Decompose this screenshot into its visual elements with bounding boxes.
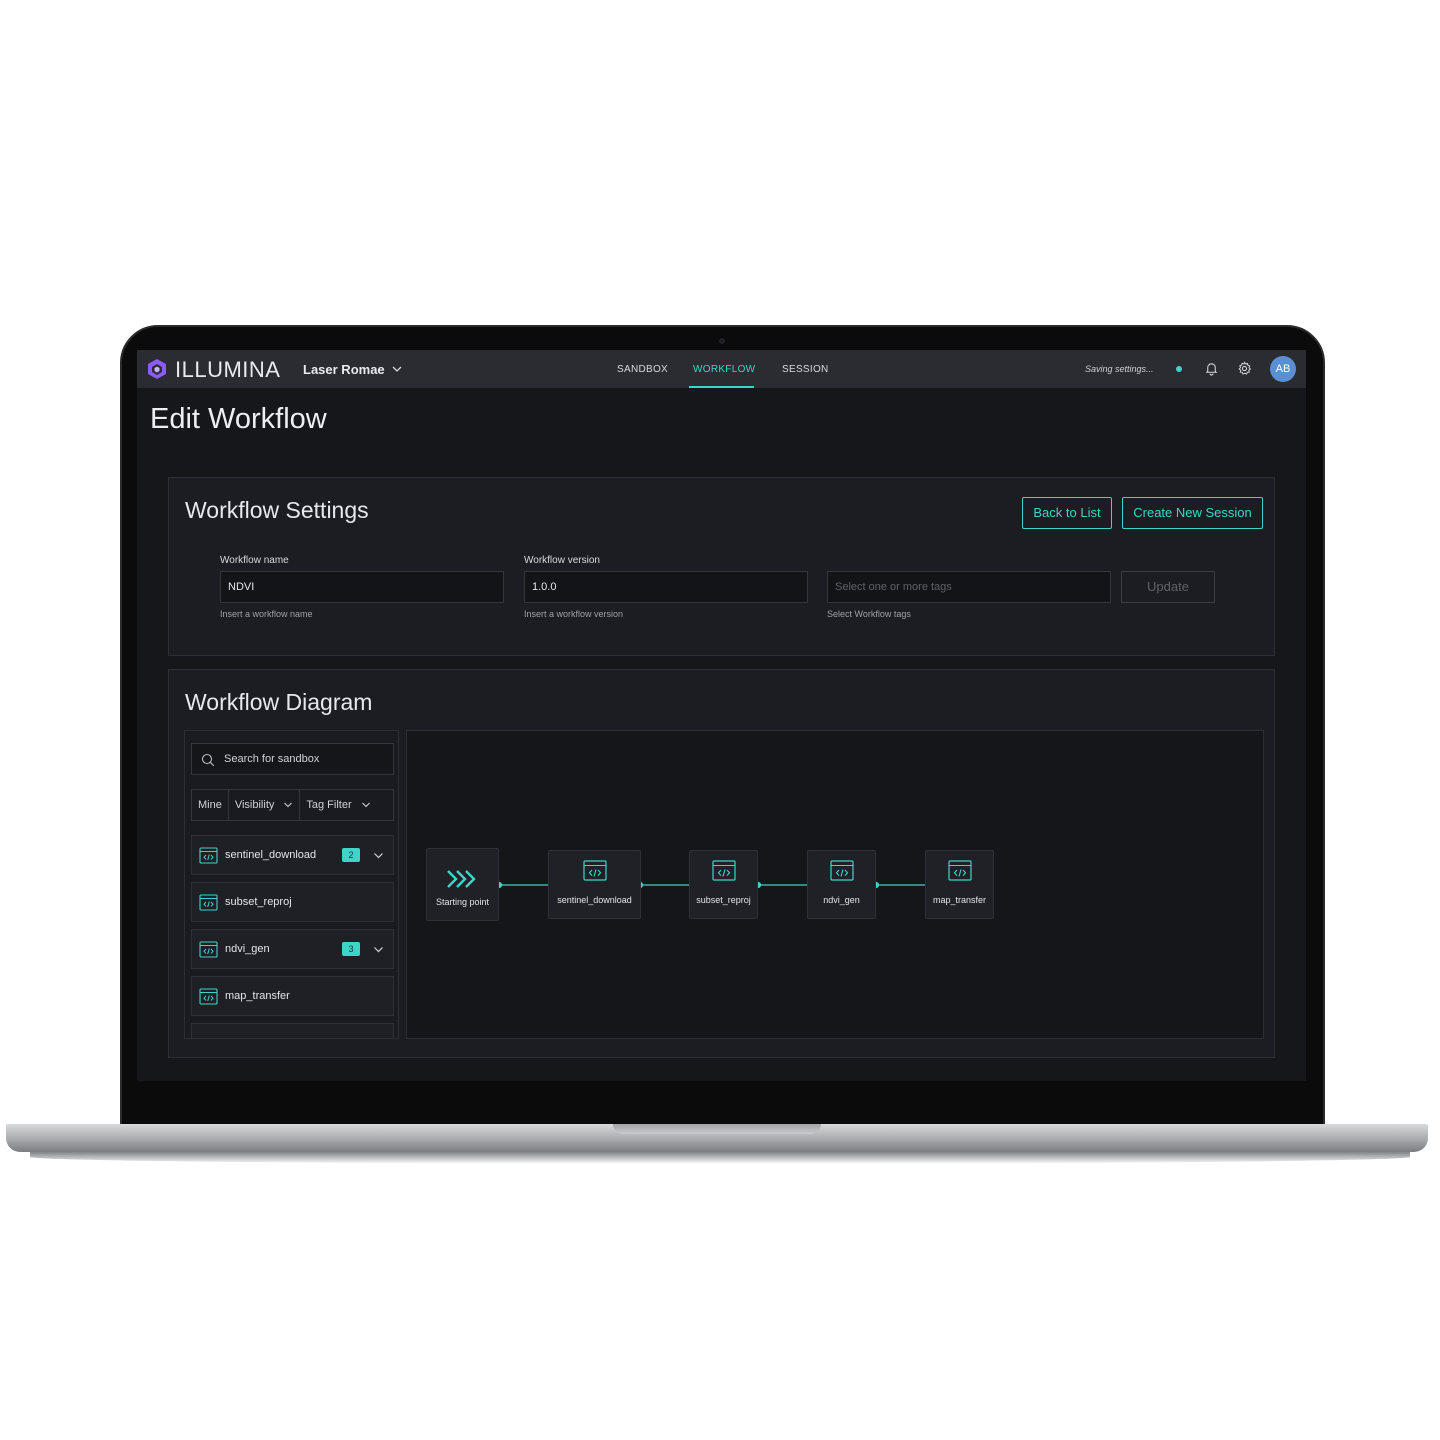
page-title: Edit Workflow	[150, 403, 327, 435]
search-placeholder: Search for sandbox	[224, 753, 320, 765]
laptop-shadow	[30, 1150, 1410, 1164]
code-window-icon	[830, 860, 854, 881]
node-label: map_transfer	[932, 895, 987, 905]
search-input[interactable]: Search for sandbox	[191, 743, 394, 775]
filter-visibility-label: Visibility	[234, 799, 275, 811]
top-navbar: ILLUMINA Laser Romae SANDBOX WORKFLOW SE…	[137, 350, 1306, 388]
sandbox-item-label: subset_reproj	[225, 896, 292, 908]
node-starting-point[interactable]: Starting point	[426, 848, 499, 921]
sandbox-item-map-transfer[interactable]: map_transfer	[191, 976, 394, 1016]
search-icon	[201, 753, 215, 767]
workflow-version-input[interactable]: 1.0.0	[524, 571, 808, 603]
project-selector[interactable]: Laser Romae	[303, 362, 385, 377]
logo-icon[interactable]	[146, 358, 168, 380]
node-subset-reproj[interactable]: subset_reproj	[689, 850, 758, 919]
version-count-badge: 3	[342, 942, 360, 956]
workflow-version-help: Insert a workflow version	[524, 609, 624, 619]
workflow-version-label: Workflow version	[524, 555, 600, 566]
update-button[interactable]: Update	[1121, 571, 1215, 603]
create-new-session-button[interactable]: Create New Session	[1122, 497, 1263, 529]
node-ndvi-gen[interactable]: ndvi_gen	[807, 850, 876, 919]
app-screen: ILLUMINA Laser Romae SANDBOX WORKFLOW SE…	[137, 350, 1306, 1081]
nav-session[interactable]: SESSION	[782, 364, 829, 375]
sandbox-item-ndvi-gen[interactable]: ndvi_gen 3	[191, 929, 394, 969]
nav-sandbox[interactable]: SANDBOX	[617, 364, 668, 375]
settings-title: Workflow Settings	[185, 497, 369, 523]
workflow-name-label: Workflow name	[220, 555, 289, 566]
chevron-down-icon[interactable]	[373, 944, 384, 955]
workflow-name-input[interactable]: NDVI	[220, 571, 504, 603]
node-map-transfer[interactable]: map_transfer	[925, 850, 994, 919]
sandbox-item-label: sentinel_download	[225, 849, 317, 861]
gear-icon[interactable]	[1237, 361, 1252, 376]
code-window-icon	[199, 988, 218, 1005]
code-window-icon	[583, 860, 607, 881]
avatar[interactable]: AB	[1270, 356, 1296, 382]
chevrons-right-icon	[447, 870, 476, 888]
bell-icon[interactable]	[1204, 361, 1219, 376]
filter-bar: Mine Visibility Tag Filter	[191, 789, 394, 821]
node-label: sentinel_download	[557, 895, 632, 905]
filter-tag-label: Tag Filter	[306, 799, 352, 811]
back-to-list-button[interactable]: Back to List	[1022, 497, 1112, 529]
node-label: subset_reproj	[696, 895, 751, 905]
active-tab-indicator	[689, 386, 754, 388]
filter-mine-label: Mine	[198, 799, 222, 811]
filter-visibility[interactable]: Visibility	[229, 790, 301, 820]
diagram-title: Workflow Diagram	[185, 689, 373, 715]
node-label: Starting point	[435, 897, 490, 907]
chevron-down-icon	[284, 802, 293, 808]
sandbox-item-label: ndvi_gen	[225, 943, 270, 955]
code-window-icon	[712, 860, 736, 881]
sandbox-item-partial[interactable]	[191, 1023, 394, 1038]
sandbox-item-label: map_transfer	[225, 990, 290, 1002]
filter-tag[interactable]: Tag Filter	[300, 790, 376, 820]
nav-workflow[interactable]: WORKFLOW	[693, 364, 755, 375]
version-count-badge: 2	[342, 848, 360, 862]
laptop-notch	[613, 1124, 821, 1134]
workflow-name-help: Insert a workflow name	[220, 609, 313, 619]
filter-mine[interactable]: Mine	[192, 790, 229, 820]
chevron-down-icon[interactable]	[391, 363, 403, 375]
code-window-icon	[199, 847, 218, 864]
status-dot	[1176, 366, 1182, 372]
code-window-icon	[199, 894, 218, 911]
webcam	[719, 338, 725, 344]
workflow-canvas[interactable]: Starting point sentinel_download subset_…	[406, 730, 1264, 1039]
node-label: ndvi_gen	[823, 895, 860, 905]
chevron-down-icon[interactable]	[373, 850, 384, 861]
workflow-tags-help: Select Workflow tags	[827, 609, 911, 619]
sandbox-sidebar: Search for sandbox Mine Visibility Tag F…	[184, 730, 399, 1039]
chevron-down-icon	[361, 802, 370, 808]
code-window-icon	[199, 941, 218, 958]
code-window-icon	[948, 860, 972, 881]
save-status-text: Saving settings...	[1085, 364, 1154, 374]
workflow-settings-card: Workflow Settings Back to List Create Ne…	[168, 477, 1275, 656]
workflow-tags-select[interactable]: Select one or more tags	[827, 571, 1111, 603]
brand-name: ILLUMINA	[175, 357, 281, 382]
sandbox-item-subset-reproj[interactable]: subset_reproj	[191, 882, 394, 922]
sandbox-item-sentinel-download[interactable]: sentinel_download 2	[191, 835, 394, 875]
node-sentinel-download[interactable]: sentinel_download	[548, 850, 641, 919]
